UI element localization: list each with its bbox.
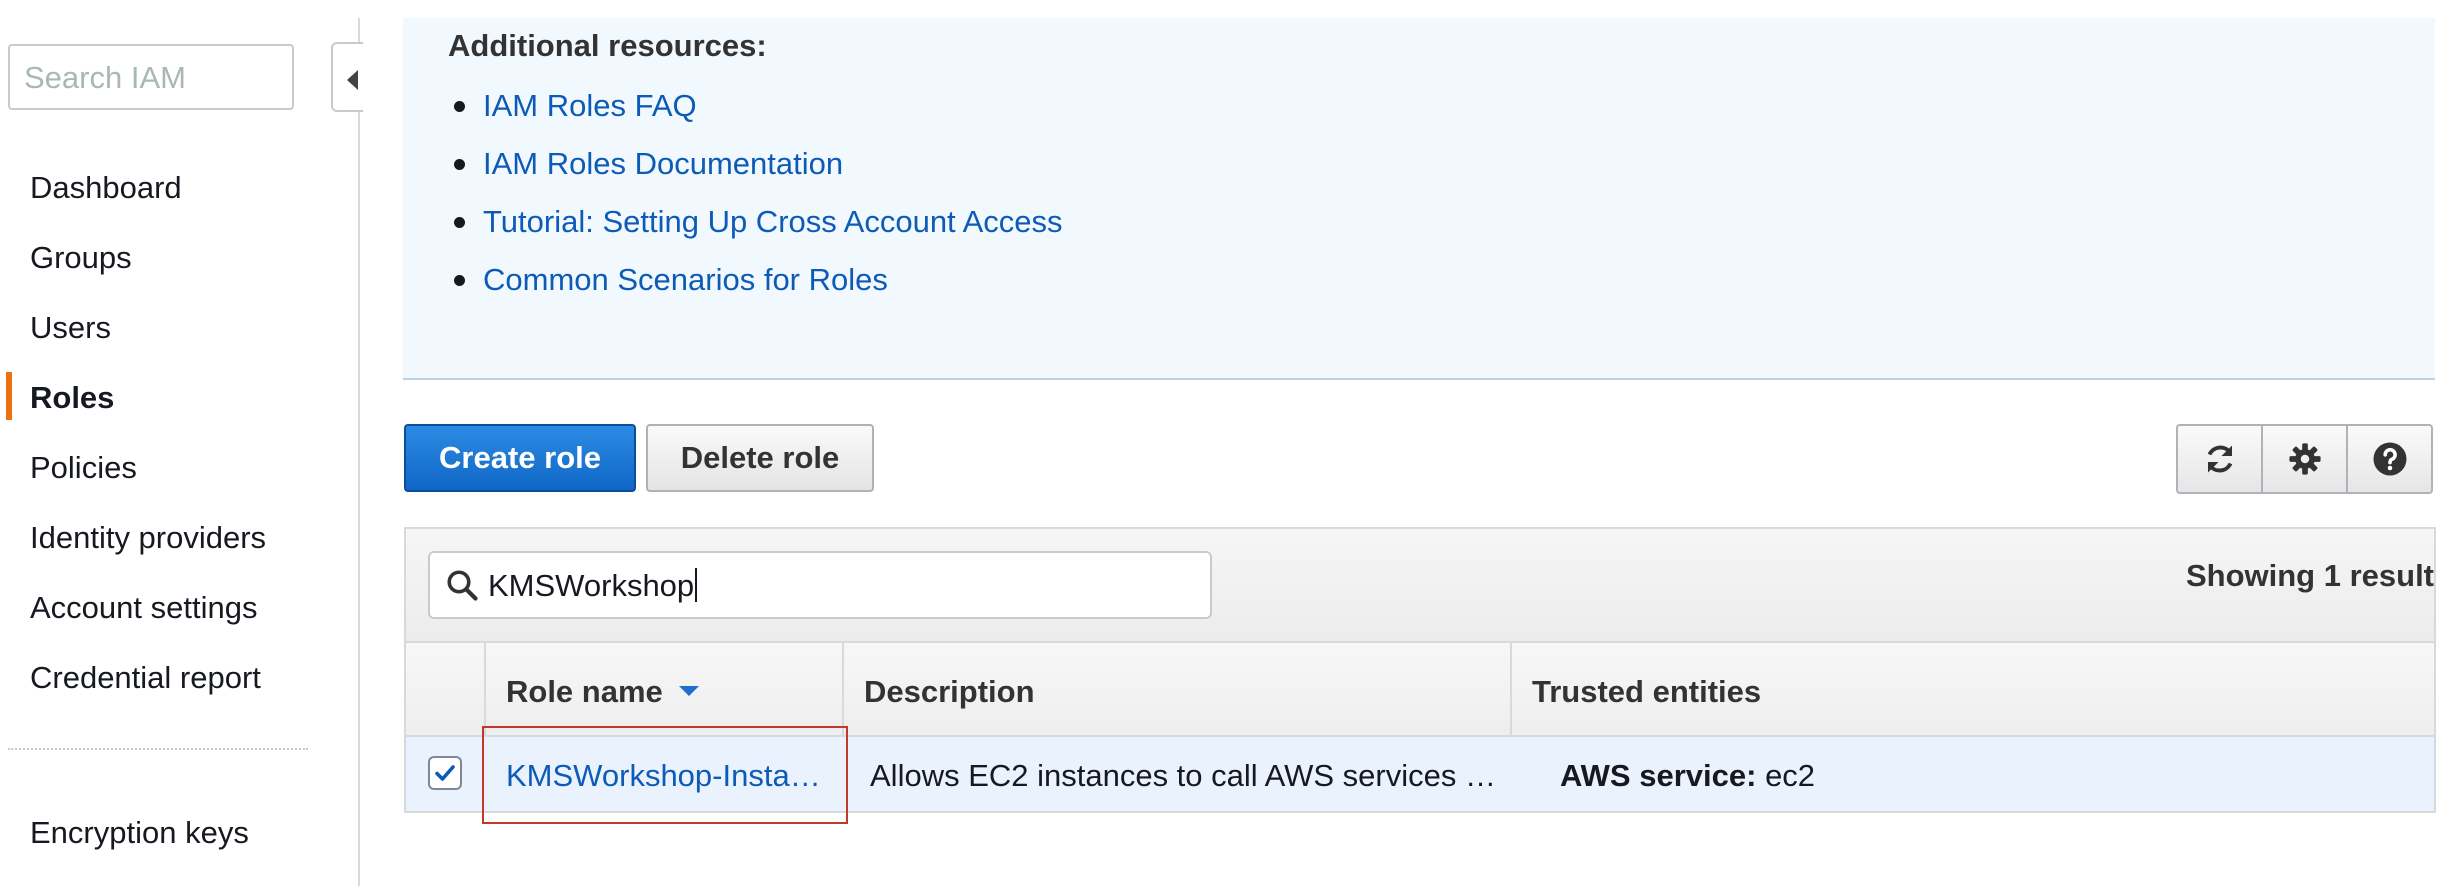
link-iam-roles-faq[interactable]: IAM Roles FAQ [483, 88, 697, 124]
refresh-button[interactable] [2176, 424, 2263, 494]
sidebar-collapse-button[interactable] [331, 42, 363, 112]
gear-icon [2288, 443, 2321, 475]
link-cross-account-tutorial[interactable]: Tutorial: Setting Up Cross Account Acces… [483, 204, 1063, 240]
filter-value-text: KMSWorkshop [488, 568, 695, 603]
create-role-button[interactable]: Create role [404, 424, 636, 492]
delete-role-button[interactable]: Delete role [646, 424, 874, 492]
sidebar-item-roles[interactable]: Roles [30, 380, 114, 416]
trusted-entity-label: AWS service: [1560, 758, 1757, 793]
search-iam-input[interactable]: Search IAM [8, 44, 294, 110]
sidebar-item-groups[interactable]: Groups [30, 240, 132, 276]
column-header-description: Description [864, 674, 1035, 709]
result-count: Showing 1 result [2185, 558, 2434, 593]
collapse-left-icon [347, 70, 358, 90]
checkmark-icon [435, 765, 455, 781]
help-button[interactable] [2346, 424, 2433, 494]
search-icon [447, 570, 478, 601]
sidebar-item-account-settings[interactable]: Account settings [30, 590, 257, 626]
table-header [406, 643, 2434, 737]
sidebar-item-identity-providers[interactable]: Identity providers [30, 520, 266, 556]
bullet [454, 217, 465, 228]
sidebar-item-policies[interactable]: Policies [30, 450, 137, 486]
bullet [454, 275, 465, 286]
refresh-icon [2207, 445, 2232, 473]
column-divider [1510, 643, 1512, 737]
role-description: Allows EC2 instances to call AWS service… [870, 758, 1496, 793]
column-divider [842, 643, 844, 737]
trusted-entity-value: ec2 [1765, 758, 1816, 793]
trusted-entities-cell: AWS service: ec2 [1560, 758, 1815, 794]
column-header-role-name[interactable]: Role name [506, 674, 699, 710]
help-icon [2373, 442, 2406, 476]
sort-down-icon [678, 686, 699, 696]
column-header-trusted-entities: Trusted entities [1532, 674, 1762, 709]
text-cursor [695, 568, 698, 602]
highlight-box [482, 726, 848, 824]
link-iam-roles-documentation[interactable]: IAM Roles Documentation [483, 146, 843, 182]
row-checkbox[interactable] [428, 756, 462, 790]
bullet [454, 101, 465, 112]
sidebar-item-dashboard[interactable]: Dashboard [30, 170, 182, 206]
column-label: Role name [506, 674, 663, 709]
filter-value: KMSWorkshop [488, 568, 698, 604]
sidebar [0, 0, 358, 886]
sidebar-divider [358, 18, 360, 886]
settings-button[interactable] [2261, 424, 2348, 494]
sidebar-separator [8, 748, 308, 750]
link-common-scenarios[interactable]: Common Scenarios for Roles [483, 262, 888, 298]
table-tools [2176, 424, 2436, 494]
sidebar-item-encryption-keys[interactable]: Encryption keys [30, 815, 249, 851]
bullet [454, 159, 465, 170]
additional-resources-panel [403, 18, 2435, 380]
active-indicator [6, 372, 12, 420]
sidebar-item-users[interactable]: Users [30, 310, 111, 346]
sidebar-item-credential-report[interactable]: Credential report [30, 660, 261, 696]
resources-title: Additional resources: [448, 28, 767, 63]
